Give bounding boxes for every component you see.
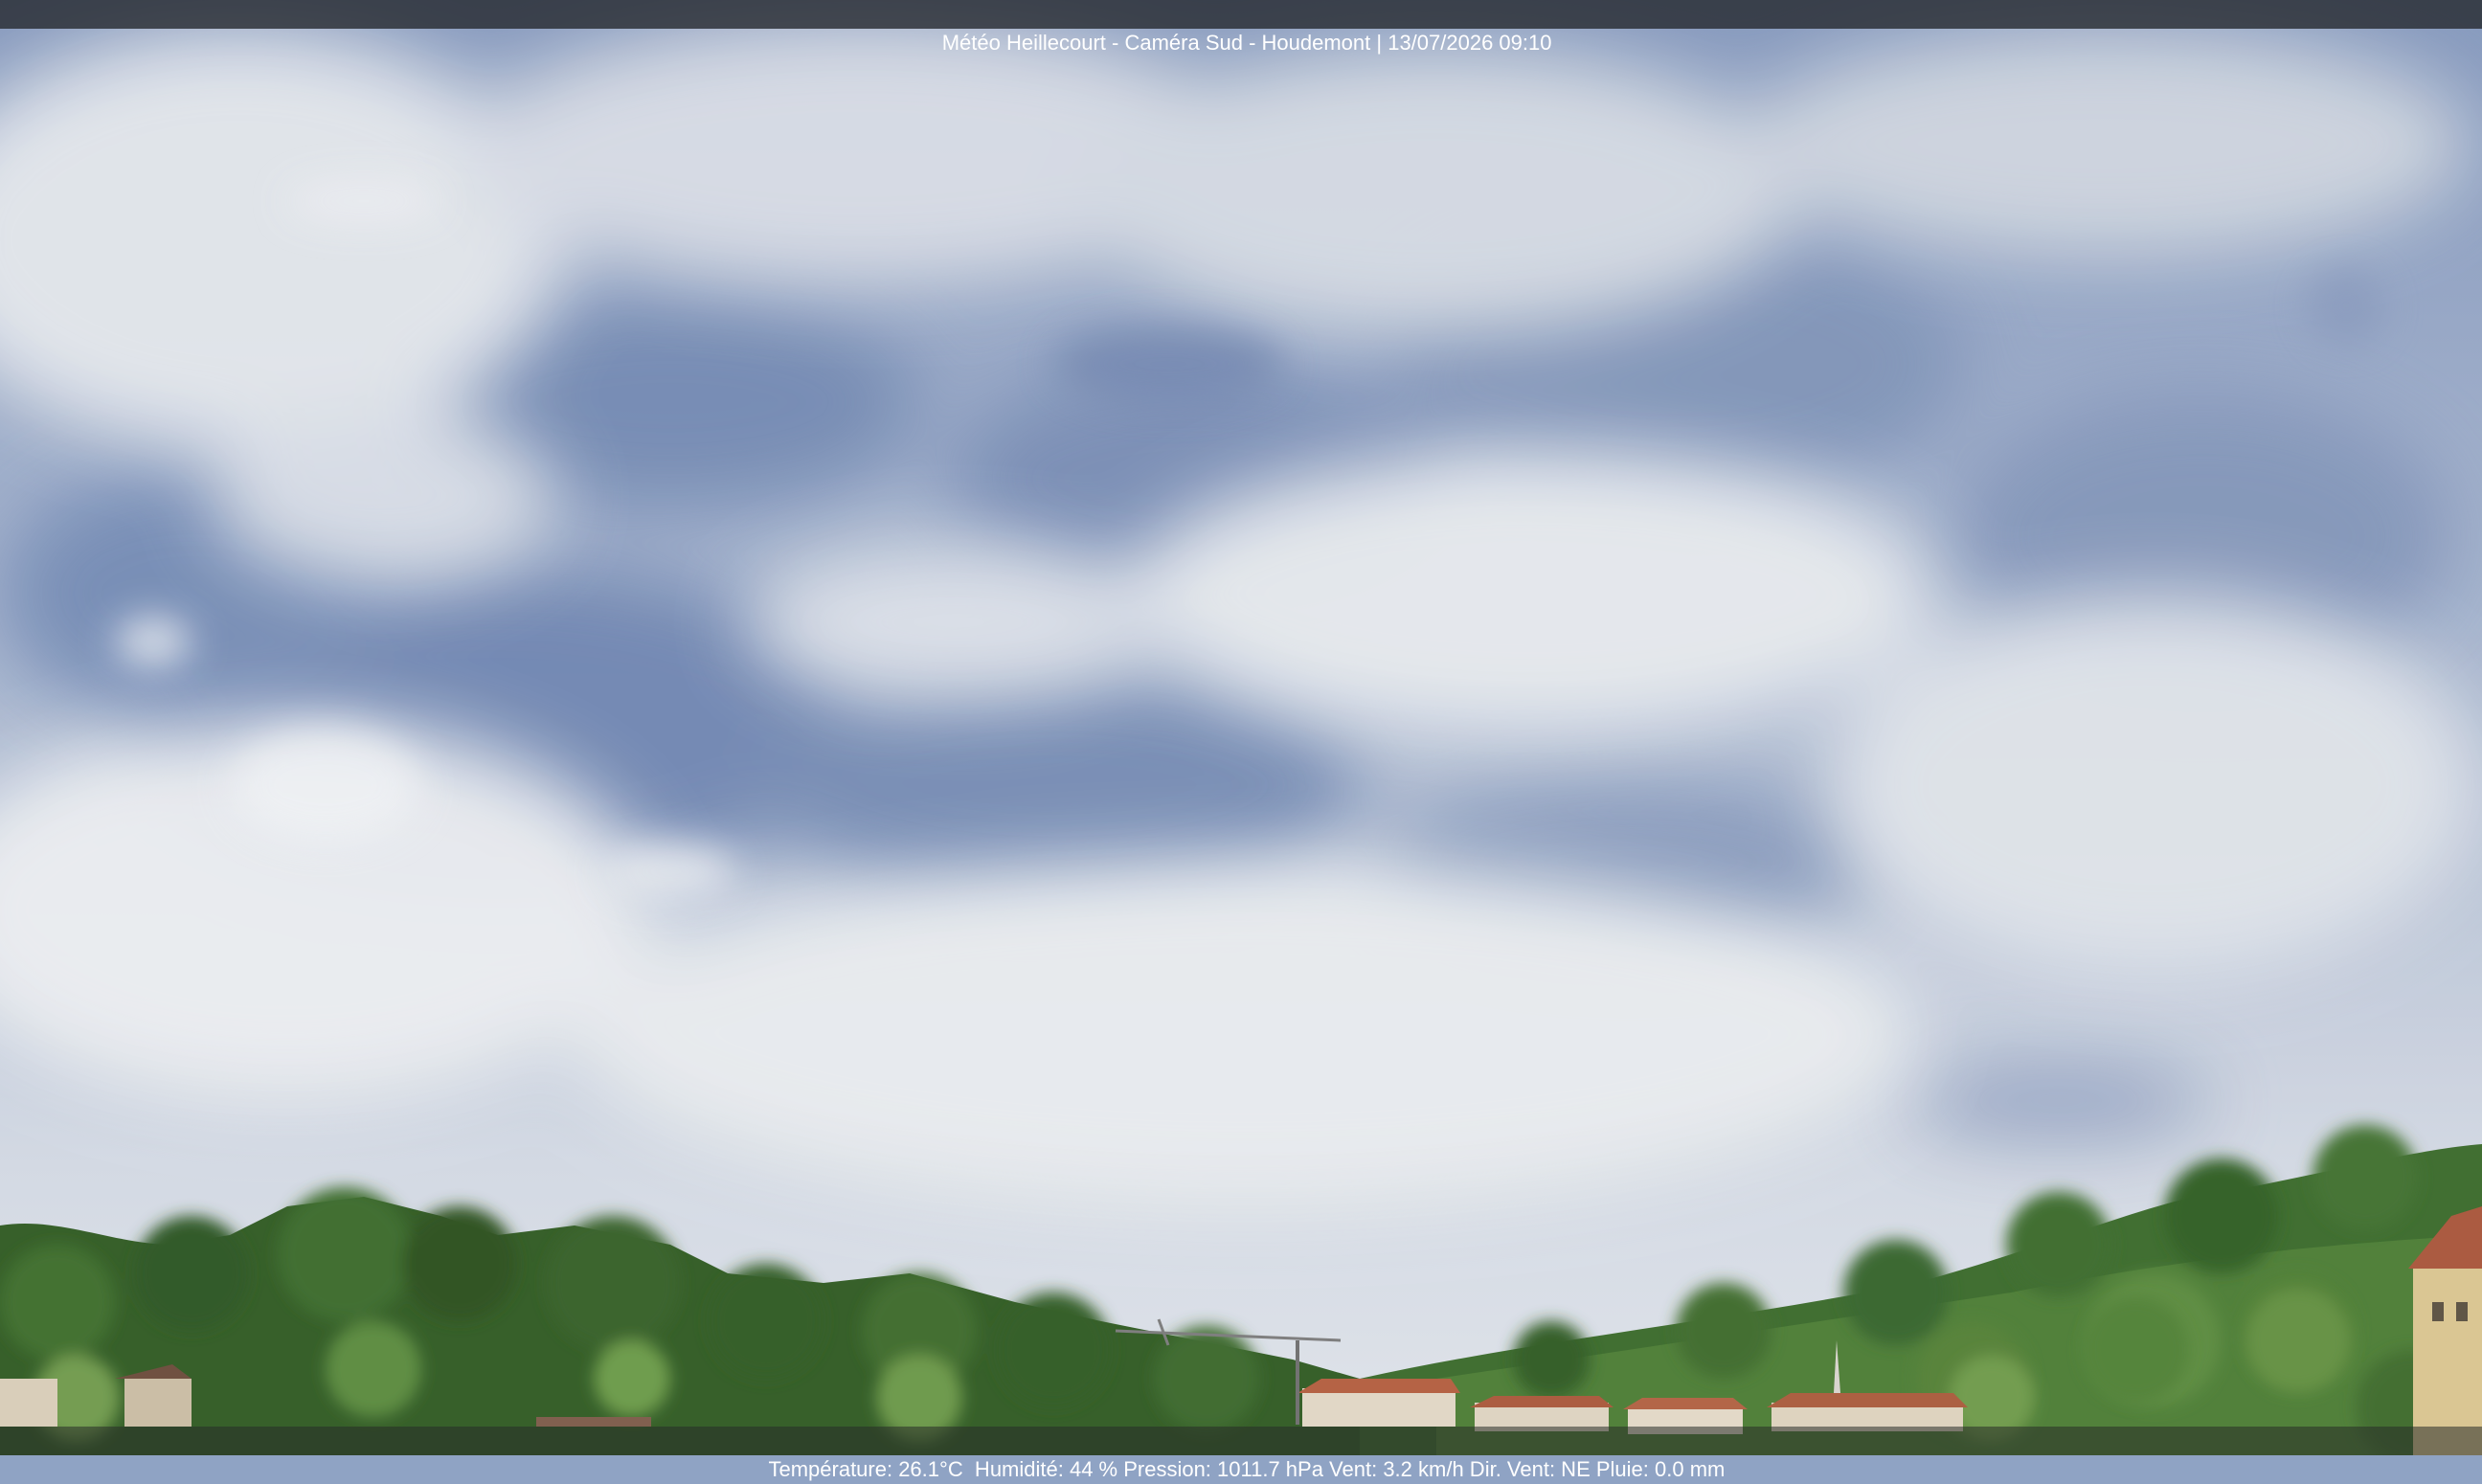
camera-title-bar: Météo Heillecourt - Caméra Sud - Houdemo…	[0, 0, 2482, 55]
webcam-image	[0, 0, 2482, 1455]
weather-readout: Température: 26.1°C Humidité: 44 % Press…	[768, 1457, 1726, 1481]
weather-readout-bar: Température: 26.1°C Humidité: 44 % Press…	[0, 1427, 2482, 1481]
camera-title: Météo Heillecourt - Caméra Sud - Houdemo…	[941, 31, 1552, 55]
